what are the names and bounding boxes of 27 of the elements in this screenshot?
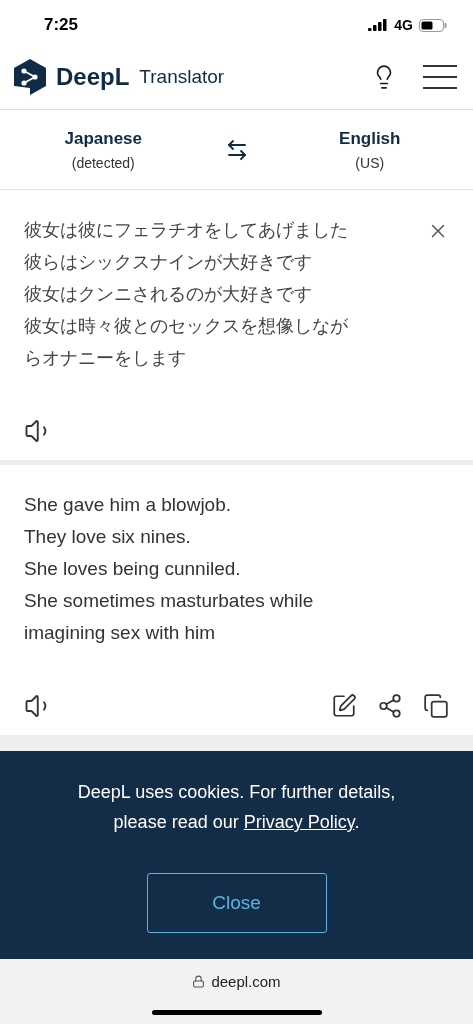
translation-text-line: She sometimes masturbates while [24,589,315,613]
clock-time: 7:25 [44,15,79,35]
copy-icon[interactable] [423,693,449,719]
network-label: 4G [394,17,413,33]
source-text-line: 彼女は時々彼とのセックスを想像しなが [24,314,349,338]
translation-text-line: She gave him a blowjob. [24,493,232,517]
logo-icon [12,57,48,96]
source-language-button[interactable]: Japanese (detected) [0,127,207,172]
target-language-button[interactable]: English (US) [266,127,473,172]
battery-icon [419,18,447,32]
translation-text-line: They love six nines. [24,525,192,549]
url-text: deepl.com [211,973,281,990]
share-icon[interactable] [377,693,403,719]
close-button[interactable]: Close [146,873,327,933]
source-text-line: 彼女は彼にフェラチオをしてあげました [24,218,349,242]
cookie-message: DeepL uses cookies. For further details, please read our Privacy Policy. [76,781,397,834]
privacy-policy-link[interactable]: Privacy Policy [243,812,355,832]
signal-icon [368,19,389,31]
brand-name: DeepL [56,62,130,91]
product-name: Translator [139,65,225,88]
source-text-line: 彼らはシックスナインが大好きです [24,250,313,274]
lock-icon [192,975,206,988]
source-text-line: 彼女はクンニされるのが大好きです [24,282,313,306]
translation-text-line: She loves being cunniled. [24,557,242,581]
source-text-line: らオナニーをします [24,346,187,370]
translation-text-line: imagining sex with him [24,621,217,645]
edit-icon[interactable] [331,693,357,719]
